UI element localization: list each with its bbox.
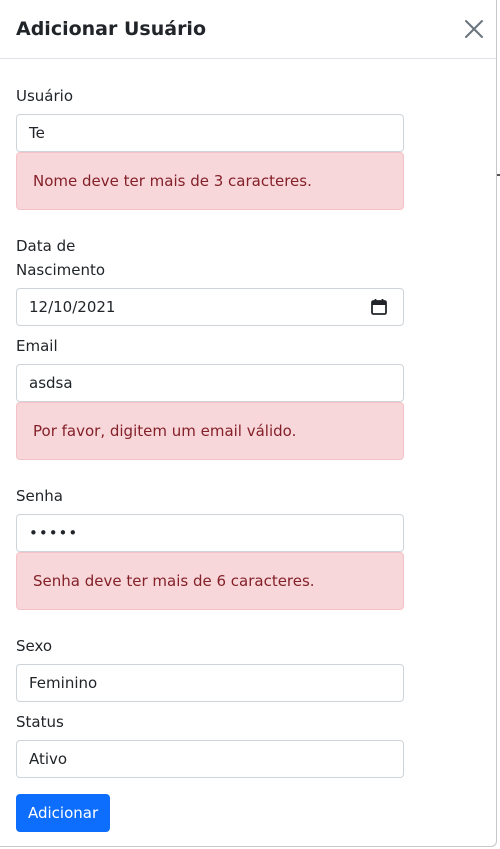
senha-error-alert: Senha deve ter mais de 6 caracteres. [16,552,404,610]
nascimento-label-line1: Data de [16,237,76,255]
nascimento-value: 12/10/2021 [29,298,116,316]
calendar-icon[interactable] [370,298,388,316]
close-icon [465,20,483,38]
email-input[interactable]: asdsa [16,364,404,402]
sexo-value: Feminino [29,674,98,692]
close-button[interactable] [463,18,485,40]
email-error-alert: Por favor, digitem um email válido. [16,402,404,460]
email-label: Email [16,337,58,355]
nascimento-label-line2: Nascimento [16,261,106,279]
usuario-input[interactable]: Te [16,114,404,152]
senha-input[interactable]: ••••• [16,514,404,552]
add-user-button[interactable]: Adicionar [16,794,111,832]
add-user-modal: Adicionar Usuário Usuário Te Nome deve t… [0,0,497,847]
nascimento-date-input[interactable]: 12/10/2021 [16,288,404,326]
senha-label: Senha [16,487,63,505]
status-value: Ativo [29,750,68,768]
usuario-value: Te [29,124,45,142]
sexo-input[interactable]: Feminino [16,664,404,702]
sexo-label: Sexo [16,637,53,655]
modal-title: Adicionar Usuário [16,18,206,40]
status-input[interactable]: Ativo [16,740,404,778]
status-label: Status [16,713,64,731]
usuario-label: Usuário [16,87,74,105]
modal-header: Adicionar Usuário [0,0,496,59]
email-value: asdsa [29,374,73,392]
senha-value: ••••• [29,524,79,542]
usuario-error-alert: Nome deve ter mais de 3 caracteres. [16,152,404,210]
